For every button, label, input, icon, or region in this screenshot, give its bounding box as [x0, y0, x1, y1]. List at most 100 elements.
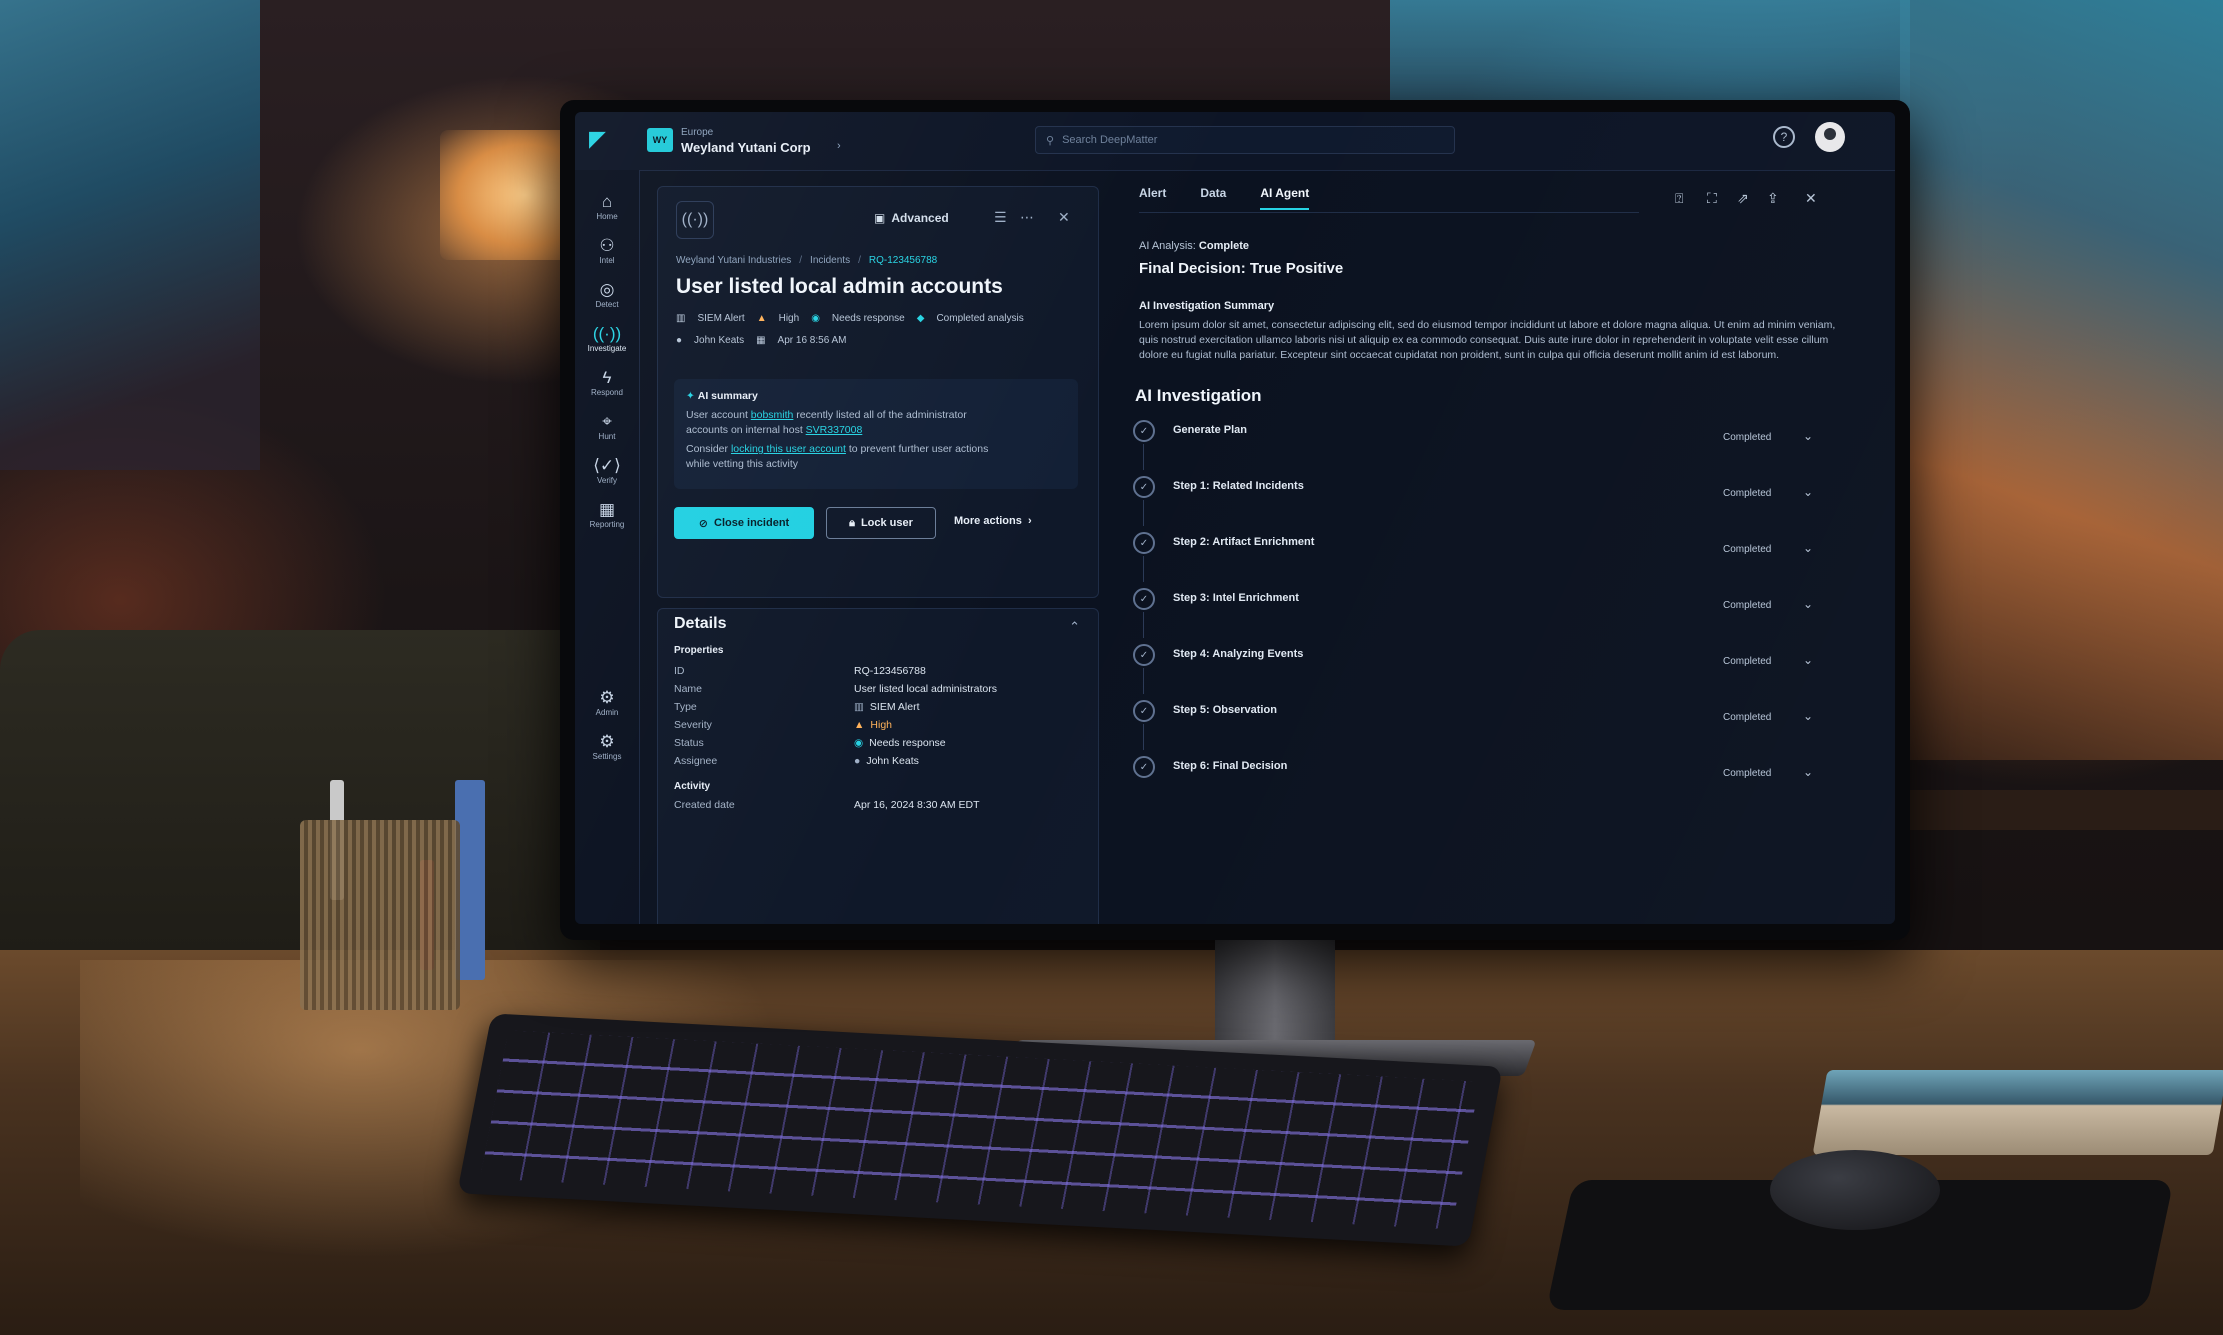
home-icon: ⌂	[601, 192, 613, 211]
details-panel: Details ⌃ Properties ID RQ-123456788 Nam…	[657, 608, 1099, 924]
check-circle-icon: ✓	[1133, 588, 1155, 610]
chevron-down-icon[interactable]: ⌄	[1803, 485, 1813, 499]
detail-value: ▥ SIEM Alert	[854, 701, 920, 713]
nav-item-detect[interactable]: ◎ Detect	[575, 280, 639, 309]
incident-assignee[interactable]: John Keats	[694, 335, 744, 346]
avatar[interactable]	[1815, 122, 1845, 152]
analysis-icon: ◆	[916, 313, 925, 324]
breadcrumb-incidents[interactable]: Incidents	[810, 255, 850, 266]
nav-item-investigate[interactable]: ((·)) Investigate	[575, 324, 639, 353]
close-icon[interactable]: ✕	[1058, 209, 1070, 226]
nav-item-respond[interactable]: ϟ Respond	[575, 368, 639, 397]
lock-account-link[interactable]: locking this user account	[731, 443, 846, 455]
check-circle-icon: ⊘	[698, 517, 709, 530]
step-item[interactable]: ✓ Step 1: Related Incidents Completed ⌄	[1133, 472, 1853, 526]
analysis-status: AI Analysis: Complete	[1139, 240, 1249, 252]
nav-label: Respond	[590, 388, 624, 397]
status-icon: ◉	[811, 313, 820, 324]
org-badge: WY	[647, 128, 673, 152]
incident-analysis: Completed analysis	[936, 313, 1024, 324]
user-link[interactable]: bobsmith	[751, 409, 794, 421]
app-logo-icon[interactable]: ◤	[589, 126, 619, 154]
ai-agent-panel: Alert Data AI Agent ⍰ ⛶ ⇗ ⇪ ✕ AI Analysi…	[1115, 172, 1895, 924]
nav-item-settings[interactable]: ⚙ Settings	[575, 732, 639, 761]
nav-label: Detect	[595, 300, 619, 309]
nav-item-reporting[interactable]: ▦ Reporting	[575, 500, 639, 529]
check-circle-icon: ✓	[1133, 532, 1155, 554]
step-label: Step 3: Intel Enrichment	[1173, 592, 1299, 604]
incident-panel: ((·)) ▣ Advanced ☰ ⋯ ✕ Weyland Yutani In…	[657, 186, 1099, 598]
ai-summary-line: accounts on internal host SVR337008	[686, 424, 863, 436]
upload-icon[interactable]: ⇪	[1767, 190, 1779, 207]
step-item[interactable]: ✓ Step 4: Analyzing Events Completed ⌄	[1133, 640, 1853, 694]
chevron-up-icon[interactable]: ⌃	[1069, 619, 1080, 635]
target-icon: ⌖	[602, 412, 612, 431]
expand-icon[interactable]: ⛶	[1707, 190, 1717, 207]
check-circle-icon: ✓	[1133, 644, 1155, 666]
close-incident-label: Close incident	[714, 517, 790, 529]
org-switcher[interactable]: Weyland Yutani Corp	[681, 140, 811, 155]
step-item[interactable]: ✓ Step 3: Intel Enrichment Completed ⌄	[1133, 584, 1853, 638]
breadcrumb-incident-id: RQ-123456788	[868, 255, 938, 266]
tab-alert[interactable]: Alert	[1139, 186, 1166, 210]
nav-item-hunt[interactable]: ⌖ Hunt	[575, 412, 639, 441]
report-icon: ▦	[598, 500, 616, 519]
nav-item-verify[interactable]: ⟨✓⟩ Verify	[575, 456, 639, 485]
breadcrumb-org[interactable]: Weyland Yutani Industries	[676, 255, 791, 266]
analysis-value: Complete	[1198, 240, 1250, 252]
nav-item-home[interactable]: ⌂ Home	[575, 192, 639, 221]
step-item[interactable]: ✓ Step 2: Artifact Enrichment Completed …	[1133, 528, 1853, 582]
chevron-down-icon[interactable]: ⌄	[1803, 597, 1813, 611]
chevron-down-icon[interactable]: ⌄	[1803, 541, 1813, 555]
side-table	[1910, 790, 2223, 830]
ai-summary-header: ✦ AI summary	[686, 389, 1066, 404]
step-label: Step 6: Final Decision	[1173, 760, 1288, 772]
calendar-icon: ▦	[756, 335, 766, 346]
flame-icon: ▲	[854, 719, 865, 731]
close-icon[interactable]: ✕	[1805, 190, 1817, 207]
monitor-stand	[1215, 930, 1335, 1050]
detail-value: ▲ High	[854, 719, 893, 731]
list-icon[interactable]: ☰	[994, 209, 1007, 226]
detail-key: Created date	[674, 799, 735, 811]
step-item[interactable]: ✓ Generate Plan Completed ⌄	[1133, 416, 1853, 470]
step-connector	[1143, 556, 1144, 582]
detail-key: Name	[674, 683, 703, 695]
signal-icon: ((·))	[676, 201, 714, 239]
step-status: Completed	[1723, 488, 1772, 499]
nav-item-admin[interactable]: ⚙ Admin	[575, 688, 639, 717]
chevron-down-icon[interactable]: ⌄	[1803, 429, 1813, 443]
detail-value: User listed local administrators	[854, 683, 997, 695]
detail-key: Severity	[674, 719, 712, 731]
more-icon[interactable]: ⋯	[1020, 209, 1034, 226]
radar-icon: ◎	[599, 280, 615, 299]
search-input[interactable]: ⚲ Search DeepMatter	[1035, 126, 1455, 154]
step-label: Step 4: Analyzing Events	[1173, 648, 1304, 660]
close-incident-button[interactable]: ⊘ Close incident	[674, 507, 814, 539]
chevron-right-icon[interactable]: ›	[837, 140, 841, 152]
user-icon: ●	[676, 335, 683, 346]
host-link[interactable]: SVR337008	[806, 424, 863, 436]
advanced-label: Advanced	[891, 211, 949, 225]
nav-label: Verify	[596, 476, 617, 485]
detail-value[interactable]: ● John Keats	[854, 755, 919, 767]
lock-user-button[interactable]: 🔒︎ Lock user	[826, 507, 936, 539]
status-icon: ◉	[854, 737, 864, 749]
step-label: Step 2: Artifact Enrichment	[1173, 536, 1315, 548]
chevron-down-icon[interactable]: ⌄	[1803, 653, 1813, 667]
incident-meta: ▥ SIEM Alert ▲ High ◉ Needs response ◆ C…	[676, 313, 1024, 324]
tab-ai-agent[interactable]: AI Agent	[1260, 186, 1310, 210]
help-icon[interactable]: ⍰	[1675, 190, 1683, 207]
chevron-down-icon[interactable]: ⌄	[1803, 765, 1813, 779]
more-actions-button[interactable]: More actions ›	[954, 515, 1032, 527]
tab-data[interactable]: Data	[1200, 186, 1226, 210]
advanced-toggle[interactable]: ▣ Advanced	[874, 211, 949, 225]
nav-item-intel[interactable]: ⚇ Intel	[575, 236, 639, 265]
step-item[interactable]: ✓ Step 6: Final Decision Completed ⌄	[1133, 752, 1853, 792]
incident-date: Apr 16 8:56 AM	[777, 335, 847, 346]
external-link-icon[interactable]: ⇗	[1737, 190, 1749, 207]
tab-divider	[1139, 212, 1639, 213]
chevron-down-icon[interactable]: ⌄	[1803, 709, 1813, 723]
help-icon[interactable]: ?	[1773, 126, 1795, 148]
step-item[interactable]: ✓ Step 5: Observation Completed ⌄	[1133, 696, 1853, 750]
